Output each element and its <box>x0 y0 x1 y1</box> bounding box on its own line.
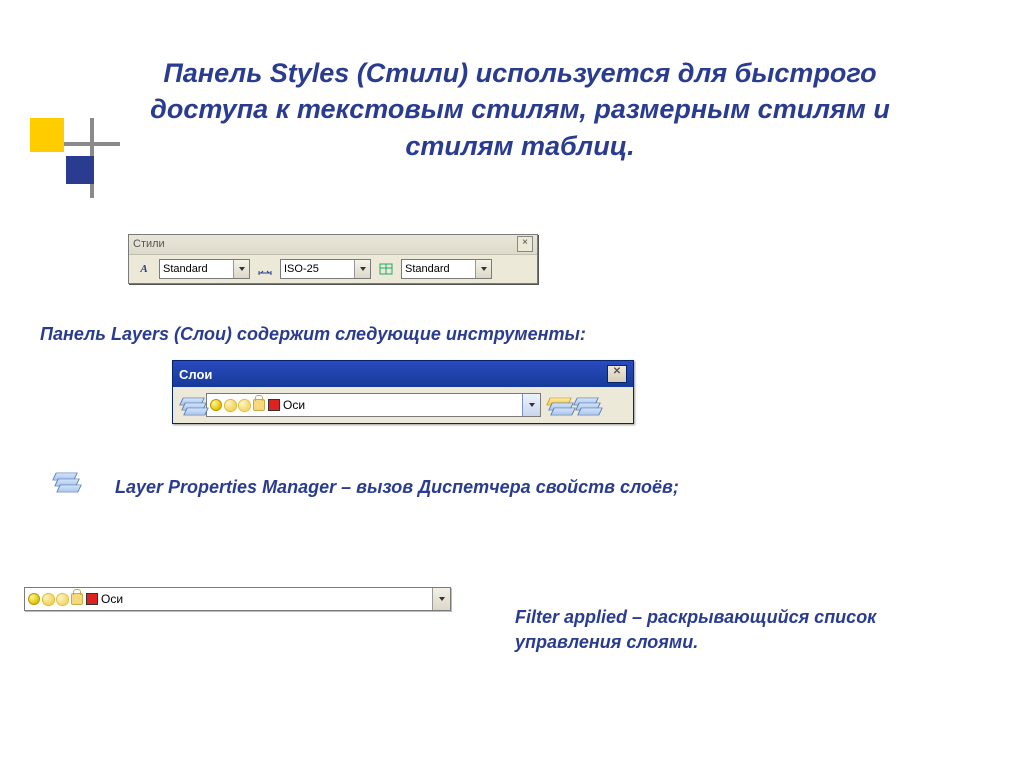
text-style-combo[interactable]: Standard <box>159 259 250 279</box>
layer-filter-standalone[interactable]: Оси <box>24 587 451 611</box>
layer-previous-button[interactable] <box>546 394 568 416</box>
sun-icon <box>43 594 54 605</box>
layer-color-swatch <box>86 593 98 605</box>
layer-manager-text: Layer Properties Manager – вызов Диспетч… <box>115 477 679 498</box>
slide-decor <box>30 118 120 208</box>
sun-icon <box>239 400 250 411</box>
dim-style-value: ISO-25 <box>284 263 354 275</box>
close-icon[interactable]: × <box>517 236 533 252</box>
filter-applied-text: Filter applied – раскрывающийся список у… <box>515 605 945 655</box>
current-layer-name: Оси <box>101 592 429 606</box>
styles-toolbar: Стили × A Standard ISO-25 Standard <box>128 234 538 284</box>
lock-icon <box>253 399 265 411</box>
sun-icon <box>225 400 236 411</box>
layer-color-swatch <box>268 399 280 411</box>
current-layer-name: Оси <box>283 398 519 412</box>
layer-filter-combo[interactable]: Оси <box>206 393 541 417</box>
table-style-icon[interactable] <box>375 258 397 280</box>
slide-title: Панель Styles (Стили) используется для б… <box>120 55 920 164</box>
chevron-down-icon[interactable] <box>522 394 540 416</box>
dim-style-combo[interactable]: ISO-25 <box>280 259 371 279</box>
close-icon[interactable]: ✕ <box>607 365 627 383</box>
chevron-down-icon[interactable] <box>233 260 249 278</box>
layers-toolbar-title: Слои <box>179 367 212 382</box>
styles-toolbar-title: Стили <box>133 238 165 250</box>
layer-states-button[interactable] <box>573 394 595 416</box>
layer-stack-icon <box>50 470 82 496</box>
text-style-value: Standard <box>163 263 233 275</box>
bulb-icon <box>28 593 40 605</box>
sun-icon <box>57 594 68 605</box>
lock-icon <box>71 593 83 605</box>
layers-toolbar: Слои ✕ Оси <box>172 360 634 424</box>
table-style-value: Standard <box>405 263 475 275</box>
chevron-down-icon[interactable] <box>354 260 370 278</box>
layer-properties-button[interactable] <box>179 394 201 416</box>
chevron-down-icon[interactable] <box>432 588 450 610</box>
table-style-combo[interactable]: Standard <box>401 259 492 279</box>
bulb-icon <box>210 399 222 411</box>
text-style-icon[interactable]: A <box>133 258 155 280</box>
chevron-down-icon[interactable] <box>475 260 491 278</box>
layers-intro-text: Панель Layers (Слои) содержит следующие … <box>40 324 586 345</box>
dim-style-icon[interactable] <box>254 258 276 280</box>
